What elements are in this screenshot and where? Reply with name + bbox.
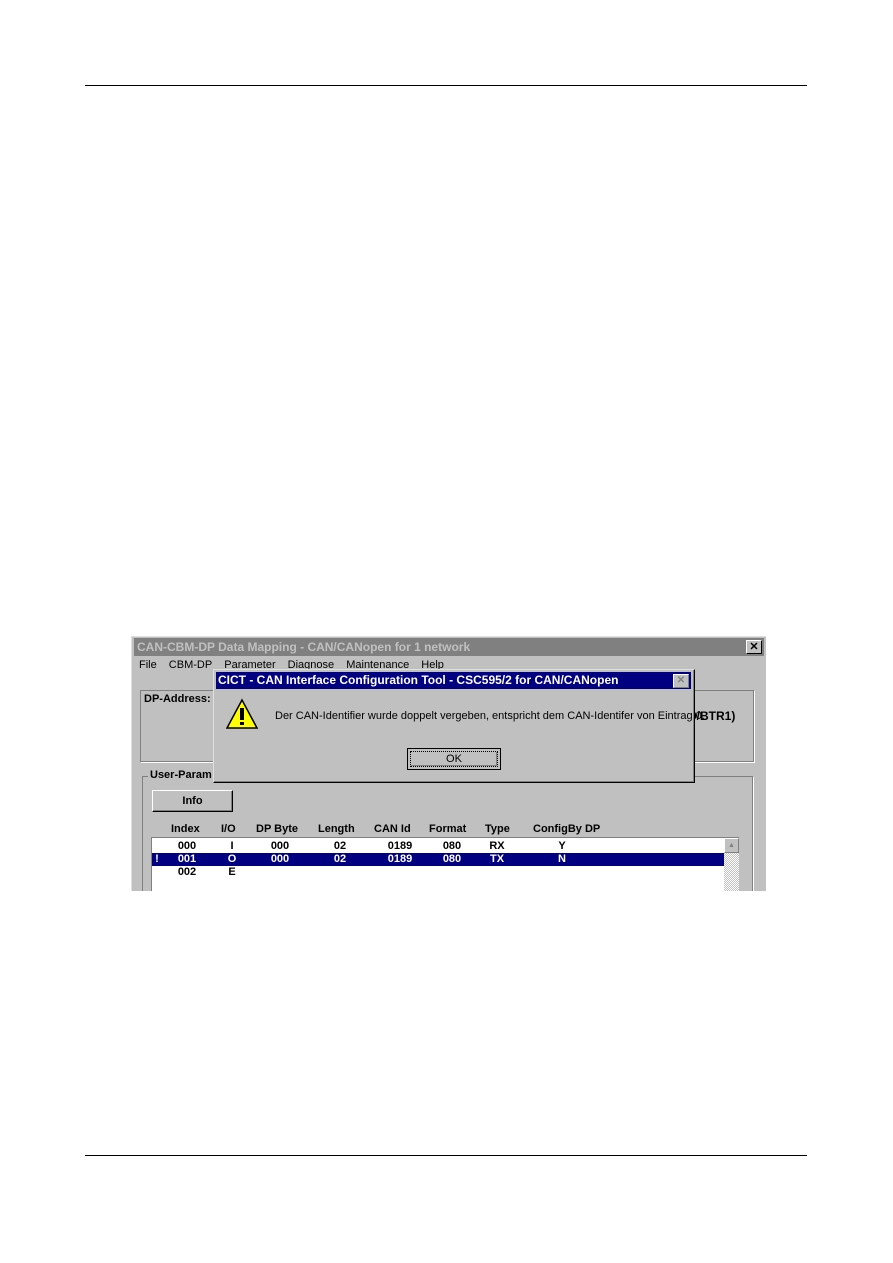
col-dp-byte: DP Byte bbox=[256, 823, 298, 835]
main-title-bar: CAN-CBM-DP Data Mapping - CAN/CANopen fo… bbox=[134, 638, 764, 656]
col-configby: ConfigBy DP bbox=[533, 823, 601, 835]
cell-io: O bbox=[227, 853, 237, 865]
cell-format: 080 bbox=[442, 840, 462, 852]
cell-can_id: 0189 bbox=[387, 853, 413, 865]
dialog-message: Der CAN-Identifier wurde doppelt vergebe… bbox=[275, 710, 705, 722]
col-length: Length bbox=[318, 823, 355, 835]
cell-type: RX bbox=[489, 840, 505, 852]
table-row[interactable]: ! 001 O 000 02 0189 080 TX N bbox=[152, 853, 724, 866]
cell-can_id: 0189 bbox=[387, 840, 413, 852]
mapping-list[interactable]: 000 I 000 02 0189 080 RX Y! 001 O 000 02 0189 080 TX N 0… bbox=[151, 837, 739, 891]
footer-rule bbox=[85, 1155, 807, 1156]
ok-button[interactable]: OK bbox=[407, 748, 501, 770]
col-format: Format bbox=[429, 823, 467, 835]
ok-label: OK bbox=[410, 751, 498, 767]
cell-io: I bbox=[230, 840, 234, 852]
dialog-close-icon[interactable]: ✕ bbox=[673, 674, 689, 688]
dialog-title: CICT - CAN Interface Configuration Tool … bbox=[218, 673, 619, 687]
cell-io: E bbox=[228, 866, 236, 878]
info-button[interactable]: Info bbox=[152, 790, 233, 812]
cell-length: 02 bbox=[333, 840, 347, 852]
warning-icon bbox=[225, 698, 259, 729]
dialog-title-bar: CICT - CAN Interface Configuration Tool … bbox=[216, 672, 691, 689]
close-icon[interactable]: ✕ bbox=[746, 640, 762, 654]
menu-file[interactable]: File bbox=[139, 659, 157, 671]
cell-index: 001 bbox=[177, 853, 197, 865]
cell-flag: ! bbox=[155, 853, 159, 865]
col-io: I/O bbox=[221, 823, 236, 835]
header-rule bbox=[85, 85, 807, 86]
cell-dp_byte: 000 bbox=[270, 840, 290, 852]
table-row[interactable]: 000 I 000 02 0189 080 RX Y bbox=[152, 840, 724, 853]
menu-cbm-dp[interactable]: CBM-DP bbox=[169, 659, 212, 671]
cell-config: Y bbox=[558, 840, 566, 852]
cell-config: N bbox=[558, 853, 566, 865]
cell-index: 002 bbox=[177, 866, 197, 878]
scrollbar[interactable]: ▲ bbox=[724, 838, 739, 891]
app-screenshot: CAN-CBM-DP Data Mapping - CAN/CANopen fo… bbox=[131, 636, 766, 891]
col-can-id: CAN Id bbox=[374, 823, 411, 835]
col-index: Index bbox=[171, 823, 200, 835]
cell-format: 080 bbox=[442, 853, 462, 865]
cell-dp_byte: 000 bbox=[270, 853, 290, 865]
user-param-label: User-Param bbox=[148, 769, 214, 781]
warning-dialog: CICT - CAN Interface Configuration Tool … bbox=[213, 669, 705, 783]
scroll-up-icon[interactable]: ▲ bbox=[724, 838, 739, 853]
col-type: Type bbox=[485, 823, 510, 835]
cell-index: 000 bbox=[177, 840, 197, 852]
cell-type: TX bbox=[489, 853, 505, 865]
main-title: CAN-CBM-DP Data Mapping - CAN/CANopen fo… bbox=[137, 640, 471, 654]
cell-length: 02 bbox=[333, 853, 347, 865]
table-row[interactable]: 002 E bbox=[152, 866, 724, 879]
